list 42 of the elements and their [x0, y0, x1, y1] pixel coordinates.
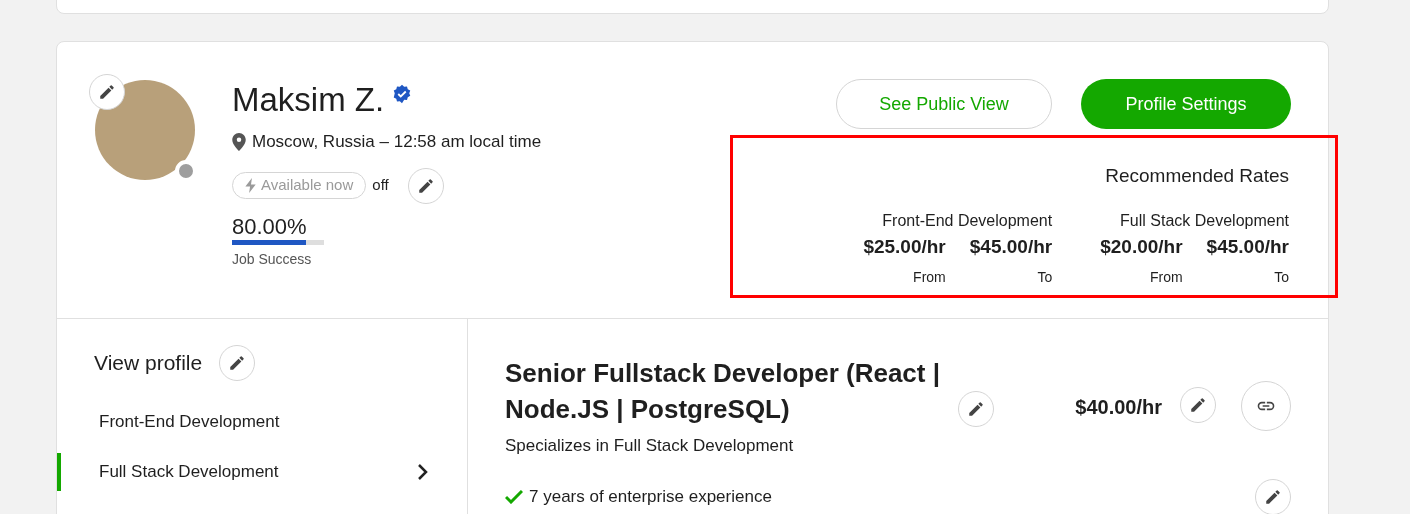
profile-settings-button[interactable]: Profile Settings — [1081, 79, 1291, 129]
availability-status: off — [372, 175, 389, 196]
rate-label: From — [1149, 268, 1183, 287]
location-pin-icon — [232, 132, 246, 151]
rate-label: To — [1037, 268, 1053, 287]
edit-button[interactable] — [1255, 478, 1291, 514]
hourly-rate: $40.00/hr — [1075, 395, 1162, 420]
rate-value: $20.00/hr — [1100, 234, 1183, 259]
profile-title: Senior Fullstack Developer (React | Node.JS | PostgreSQL) — [505, 357, 941, 426]
pencil-icon — [416, 176, 435, 195]
profile-subtitle: Specializes in Full Stack Development — [505, 435, 795, 457]
link-button[interactable] — [1241, 381, 1291, 431]
edit-button[interactable] — [1180, 387, 1216, 423]
rate-label: To — [1274, 268, 1289, 287]
rate-value: $45.00/hr — [1206, 234, 1289, 259]
profile-name: Maksim Z. — [232, 80, 385, 120]
checkmark-icon — [505, 489, 523, 504]
lightning-icon — [245, 178, 257, 193]
pencil-icon — [98, 83, 116, 101]
edit-button[interactable] — [89, 74, 125, 110]
rate-value: $45.00/hr — [969, 234, 1053, 259]
pencil-icon — [1264, 487, 1282, 506]
sidebar-item[interactable]: Front-End Development — [57, 403, 467, 441]
highlight-text: 7 years of enterprise experience — [529, 485, 772, 508]
sidebar-title: View profile — [94, 350, 203, 377]
public-view-button[interactable]: See Public View — [836, 79, 1052, 129]
sidebar-item[interactable]: Full Stack Development — [57, 453, 467, 491]
edit-button[interactable] — [407, 167, 444, 204]
chevron-right-icon — [417, 463, 429, 481]
location-text: Moscow, Russia – 12:58 am local time — [252, 131, 542, 153]
edit-button[interactable] — [958, 391, 994, 427]
rate-category: Front-End Development — [882, 210, 1053, 231]
job-success-label: Job Success — [232, 249, 313, 269]
rate-category: Full Stack Development — [1120, 210, 1289, 231]
rate-label: From — [913, 268, 946, 287]
edit-button[interactable] — [219, 345, 256, 381]
job-success-value: 80.00% — [232, 213, 308, 240]
pencil-icon — [228, 354, 247, 372]
rate-value: $25.00/hr — [863, 234, 946, 259]
pencil-icon — [1189, 396, 1207, 414]
pencil-icon — [967, 400, 985, 418]
recommended-rates-title: Recommended Rates — [1105, 164, 1289, 188]
